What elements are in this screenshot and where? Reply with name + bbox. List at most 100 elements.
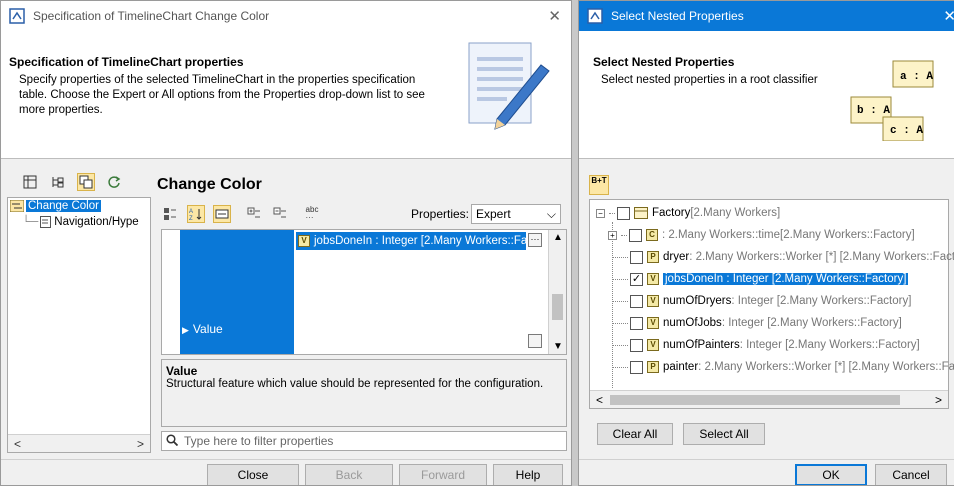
header-banner: Select Nested Properties Select nested p… bbox=[579, 31, 954, 159]
abc-icon[interactable]: abc ··· bbox=[303, 205, 321, 223]
tree-view-icon[interactable] bbox=[49, 173, 67, 191]
tree-item-type: : Integer [2.Many Workers::Factory] bbox=[731, 295, 912, 307]
tree-row-numofdryers[interactable]: V numOfDryers : Integer [2.Many Workers:… bbox=[612, 290, 911, 312]
title-bar: Specification of TimelineChart Change Co… bbox=[1, 1, 571, 31]
scroll-left-icon[interactable]: < bbox=[14, 437, 21, 451]
tree-item-name: painter bbox=[663, 361, 699, 373]
property-row-value[interactable]: ▶ Value bbox=[182, 322, 223, 336]
part-property-icon: P bbox=[647, 361, 659, 373]
close-icon[interactable]: ✕ bbox=[943, 7, 954, 25]
cancel-button[interactable]: Cancel bbox=[875, 464, 947, 485]
tree-row-numofjobs[interactable]: V numOfJobs : Integer [2.Many Workers::F… bbox=[612, 312, 902, 334]
tree-row-painter[interactable]: P painter : 2.Many Workers::Worker [*] [… bbox=[612, 356, 954, 378]
tree-horizontal-scrollbar[interactable]: < > bbox=[590, 390, 948, 408]
select-all-button[interactable]: Select All bbox=[683, 423, 765, 445]
collapse-icon[interactable]: − bbox=[596, 208, 605, 218]
close-button[interactable]: Close bbox=[207, 464, 299, 485]
part-property-icon: P bbox=[647, 251, 659, 263]
svg-text:A: A bbox=[189, 209, 193, 215]
ok-button[interactable]: OK bbox=[795, 464, 867, 485]
button-bar: Close Back Forward Help bbox=[1, 459, 571, 485]
tree-item-type: : Integer [2.Many Workers::Factory] bbox=[739, 339, 920, 351]
tree-item-type: [2.Many Workers::Factory] bbox=[780, 229, 915, 241]
show-description-icon[interactable] bbox=[213, 205, 231, 223]
checkbox[interactable] bbox=[629, 228, 642, 242]
edit-button[interactable] bbox=[528, 334, 542, 348]
categorized-icon[interactable] bbox=[161, 205, 179, 223]
tree-row-factory[interactable]: − Factory [2.Many Workers] bbox=[596, 202, 780, 224]
description-title: Value bbox=[166, 364, 198, 378]
tree-item-name: numOfJobs bbox=[663, 317, 722, 329]
scroll-up-icon[interactable]: ▲ bbox=[553, 232, 563, 243]
svg-text:a : A: a : A bbox=[900, 71, 933, 83]
tree-item-type: : 2.Many Workers::Worker [*] [2.Many Wor… bbox=[698, 361, 954, 373]
tree-row-numofpainters[interactable]: V numOfPainters : Integer [2.Many Worker… bbox=[612, 334, 920, 356]
help-button[interactable]: Help bbox=[493, 464, 563, 485]
scroll-right-icon[interactable]: > bbox=[935, 393, 942, 407]
tree-item-name: jobsDoneIn : Integer [2.Many Workers::Fa… bbox=[663, 273, 909, 285]
ellipsis-button[interactable]: ··· bbox=[528, 233, 542, 247]
tree-item-change-color[interactable]: Change Color bbox=[8, 198, 150, 214]
tree-row-jobsdonein[interactable]: ✓ V jobsDoneIn : Integer [2.Many Workers… bbox=[612, 268, 909, 290]
scroll-left-icon[interactable]: < bbox=[596, 393, 603, 407]
filter-placeholder: Type here to filter properties bbox=[184, 434, 334, 448]
svg-text:Z: Z bbox=[189, 216, 193, 221]
specification-tree: Change Color └─ Navigation/Hype < > bbox=[7, 197, 151, 453]
tree-toolbar bbox=[21, 173, 123, 191]
value-property-icon: V bbox=[647, 295, 659, 307]
checkbox[interactable] bbox=[630, 294, 643, 308]
nested-properties-tree: − Factory [2.Many Workers] + C : 2.Many … bbox=[589, 199, 954, 409]
expand-icon[interactable]: + bbox=[608, 230, 617, 240]
grid-view-icon[interactable] bbox=[21, 173, 39, 191]
close-icon[interactable]: ✕ bbox=[548, 7, 561, 25]
collapse-all-icon[interactable] bbox=[271, 205, 289, 223]
checkbox[interactable] bbox=[630, 250, 643, 264]
timeline-chart-icon bbox=[10, 200, 24, 212]
checkbox[interactable] bbox=[617, 206, 630, 220]
value-property-icon: V bbox=[647, 339, 659, 351]
tree-item-label: Navigation/Hype bbox=[54, 216, 139, 228]
tree-row-dryer[interactable]: P dryer : 2.Many Workers::Worker [*] [2.… bbox=[612, 246, 954, 268]
grid-vertical-scrollbar[interactable]: ▲ ▼ bbox=[548, 230, 566, 354]
tree-item-name: numOfPainters bbox=[663, 339, 740, 351]
search-icon bbox=[166, 433, 179, 449]
tree-horizontal-scrollbar[interactable]: < > bbox=[8, 434, 150, 452]
document-pencil-icon bbox=[468, 42, 550, 130]
refresh-icon[interactable] bbox=[105, 173, 123, 191]
banner-title: Specification of TimelineChart propertie… bbox=[9, 55, 244, 69]
scroll-right-icon[interactable]: > bbox=[137, 437, 144, 451]
tree-item-name: : 2.Many Workers::time bbox=[662, 229, 781, 241]
nested-properties-toolbar-icon[interactable]: B+T bbox=[589, 175, 609, 195]
expand-all-icon[interactable] bbox=[245, 205, 263, 223]
app-icon bbox=[587, 8, 603, 24]
window-title: Select Nested Properties bbox=[611, 9, 744, 23]
tree-item-name: numOfDryers bbox=[663, 295, 732, 307]
scroll-thumb[interactable] bbox=[610, 395, 900, 405]
banner-description: Specify properties of the selected Timel… bbox=[19, 74, 425, 116]
sort-alphabetic-icon[interactable]: AZ bbox=[187, 205, 205, 223]
copy-view-icon[interactable] bbox=[77, 173, 95, 191]
tree-item-type: : Integer [2.Many Workers::Factory] bbox=[721, 317, 902, 329]
filter-input[interactable]: Type here to filter properties bbox=[161, 431, 567, 451]
tree-item-name: dryer bbox=[663, 251, 690, 263]
banner-title: Select Nested Properties bbox=[593, 55, 735, 69]
section-title: Change Color bbox=[157, 176, 262, 193]
expand-arrow-icon: ▶ bbox=[182, 325, 189, 335]
checkbox[interactable] bbox=[630, 338, 643, 352]
checkbox[interactable] bbox=[630, 360, 643, 374]
tree-row-time[interactable]: + C : 2.Many Workers::time [2.Many Worke… bbox=[608, 224, 915, 246]
tree-item-navigation[interactable]: └─ Navigation/Hype bbox=[8, 214, 150, 230]
checkbox[interactable] bbox=[630, 316, 643, 330]
properties-dropdown[interactable]: Expert ⌵ bbox=[471, 204, 561, 224]
value-property-icon: V bbox=[647, 273, 659, 285]
back-button[interactable]: Back bbox=[305, 464, 393, 485]
forward-button[interactable]: Forward bbox=[399, 464, 487, 485]
property-value-cell[interactable]: V jobsDoneIn : Integer [2.Many Workers::… bbox=[296, 232, 526, 250]
properties-dropdown-value: Expert bbox=[476, 207, 511, 221]
scroll-thumb[interactable] bbox=[552, 294, 563, 320]
scroll-down-icon[interactable]: ▼ bbox=[553, 341, 563, 352]
clear-all-button[interactable]: Clear All bbox=[597, 423, 673, 445]
svg-text:c : A: c : A bbox=[890, 125, 923, 137]
banner-description: Select nested properties in a root class… bbox=[601, 74, 818, 86]
checkbox-checked[interactable]: ✓ bbox=[630, 272, 643, 286]
